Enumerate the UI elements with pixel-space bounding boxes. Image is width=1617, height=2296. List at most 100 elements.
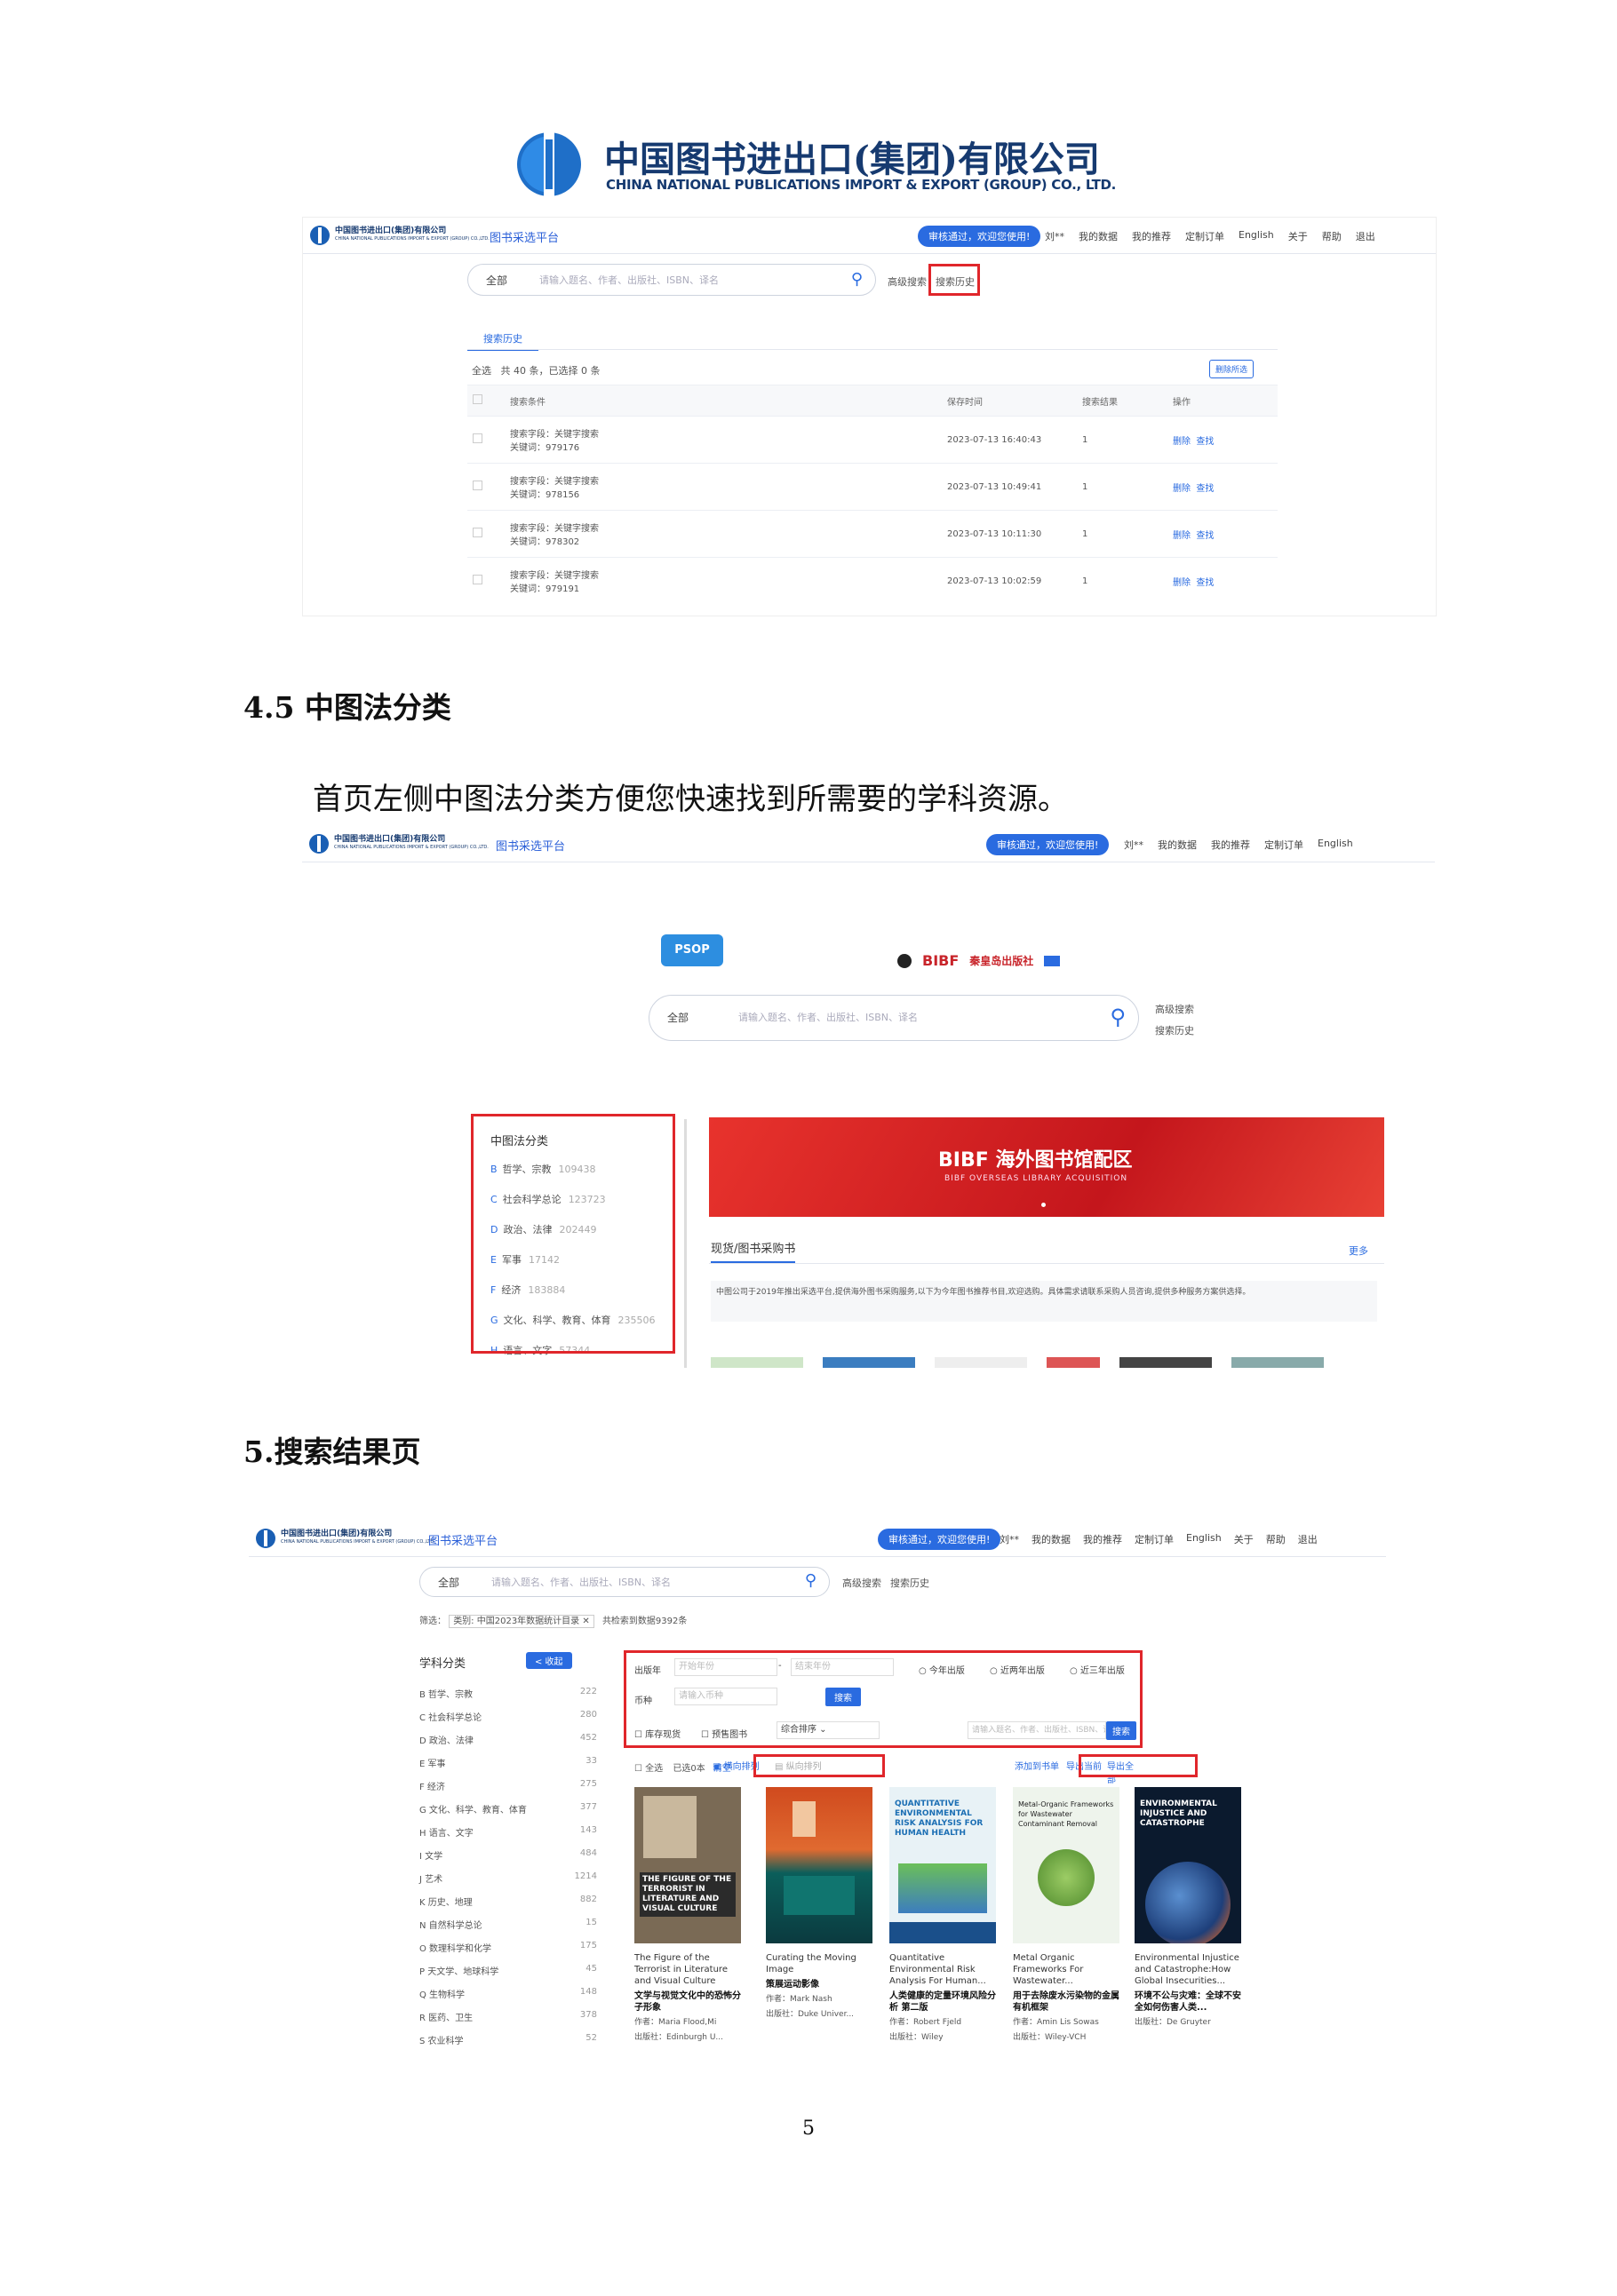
- add-to-list-link[interactable]: 添加到书单: [1015, 1759, 1059, 1772]
- book-card[interactable]: Metal-Organic Frameworks for Wastewater …: [1013, 1787, 1119, 2044]
- search-history-link[interactable]: 搜索历史: [890, 1576, 929, 1590]
- subject-item[interactable]: D 政治、法律 452: [419, 1733, 597, 1756]
- row-keyword: 关键词：979176: [510, 443, 580, 453]
- nav-custom-order[interactable]: 定制订单: [1135, 1532, 1174, 1546]
- subject-item[interactable]: O 数理科学和化学 175: [419, 1941, 597, 1964]
- nav-user[interactable]: 刘**: [1124, 838, 1143, 852]
- nav-about[interactable]: 关于: [1288, 229, 1308, 243]
- subject-item[interactable]: H 语言、文字 143: [419, 1825, 597, 1848]
- row-keyword: 关键词：978156: [510, 490, 580, 500]
- row-checkbox[interactable]: [473, 481, 482, 490]
- subject-item[interactable]: G 文化、科学、教育、体育 377: [419, 1802, 597, 1825]
- row-find-link[interactable]: 查找: [1196, 484, 1214, 494]
- book-title[interactable]: Curating the Moving Image: [766, 1952, 872, 1975]
- row-delete-link[interactable]: 删除: [1173, 484, 1191, 494]
- search-icon[interactable]: ⚲: [805, 1571, 816, 1590]
- nav-custom-order[interactable]: 定制订单: [1185, 229, 1224, 243]
- book-title[interactable]: The Figure of the Terrorist in Literatur…: [634, 1952, 741, 1987]
- search-box[interactable]: 全部 请输入题名、作者、出版社、ISBN、译名 ⚲: [419, 1567, 830, 1597]
- subject-item[interactable]: P 天文学、地球科学 45: [419, 1964, 597, 1987]
- nav-custom-order[interactable]: 定制订单: [1264, 838, 1303, 852]
- row-condition: 搜索字段：关键字搜索: [510, 571, 599, 581]
- nav-my-recommend[interactable]: 我的推荐: [1132, 229, 1171, 243]
- book-card[interactable]: THE FIGURE OF THE TERRORIST IN LITERATUR…: [634, 1787, 741, 2044]
- nav-my-data[interactable]: 我的数据: [1158, 838, 1197, 852]
- subject-item[interactable]: S 农业科学 52: [419, 2033, 597, 2056]
- search-icon[interactable]: ⚲: [1110, 1005, 1126, 1029]
- book-cover[interactable]: QUANTITATIVE ENVIRONMENTAL RISK ANALYSIS…: [889, 1787, 996, 1943]
- more-link[interactable]: 更多: [1349, 1243, 1368, 1258]
- book-cover[interactable]: THE FIGURE OF THE TERRORIST IN LITERATUR…: [634, 1787, 741, 1943]
- subject-item[interactable]: R 医药、卫生 378: [419, 2010, 597, 2033]
- nav-english[interactable]: English: [1318, 838, 1353, 852]
- nav-my-recommend[interactable]: 我的推荐: [1083, 1532, 1122, 1546]
- nav-logout[interactable]: 退出: [1298, 1532, 1318, 1546]
- search-icon[interactable]: ⚲: [851, 270, 863, 289]
- subject-item[interactable]: E 军事 33: [419, 1756, 597, 1779]
- subject-item[interactable]: F 经济 275: [419, 1779, 597, 1802]
- subject-item[interactable]: B 哲学、宗教 222: [419, 1687, 597, 1710]
- subject-item[interactable]: N 自然科学总论 15: [419, 1918, 597, 1941]
- nav-english[interactable]: English: [1186, 1532, 1222, 1546]
- nav-user[interactable]: 刘**: [1045, 229, 1064, 243]
- book-cover[interactable]: [766, 1787, 872, 1943]
- row-delete-link[interactable]: 删除: [1173, 531, 1191, 541]
- delete-selected-button[interactable]: 删除所选: [1209, 360, 1255, 378]
- row-delete-link[interactable]: 删除: [1173, 437, 1191, 447]
- subject-item[interactable]: J 艺术 1214: [419, 1871, 597, 1895]
- subject-item[interactable]: I 文学 484: [419, 1848, 597, 1871]
- adv-search-link[interactable]: 高级搜索: [1155, 1002, 1194, 1016]
- adv-search-link[interactable]: 高级搜索: [888, 274, 927, 289]
- search-box[interactable]: 全部 请输入题名、作者、出版社、ISBN、译名 ⚲: [467, 264, 876, 296]
- cover-image-detail: [784, 1876, 855, 1915]
- book-title[interactable]: Environmental Injustice and Catastrophe:…: [1135, 1952, 1241, 1987]
- banner[interactable]: BIBF 海外图书馆配区 BIBF OVERSEAS LIBRARY ACQUI…: [709, 1117, 1384, 1217]
- header-checkbox[interactable]: [473, 394, 482, 404]
- nav-english[interactable]: English: [1239, 229, 1274, 243]
- search-history-link[interactable]: 搜索历史: [1155, 1023, 1194, 1037]
- subject-item[interactable]: K 历史、地理 882: [419, 1895, 597, 1918]
- table-row: 搜索字段：关键字搜索 关键词：978156 2023-07-13 10:49:41…: [467, 463, 1278, 511]
- search-box[interactable]: 全部 请输入题名、作者、出版社、ISBN、译名 ⚲: [649, 995, 1139, 1041]
- select-all[interactable]: 全选: [472, 365, 491, 377]
- book-cover[interactable]: Metal-Organic Frameworks for Wastewater …: [1013, 1787, 1119, 1943]
- row-find-link[interactable]: 查找: [1196, 578, 1214, 588]
- subject-item[interactable]: C 社会科学总论 280: [419, 1710, 597, 1733]
- select-all-checkbox[interactable]: ☐ 全选: [634, 1764, 663, 1774]
- book-card[interactable]: QUANTITATIVE ENVIRONMENTAL RISK ANALYSIS…: [889, 1787, 996, 2044]
- row-checkbox[interactable]: [473, 528, 482, 537]
- book-title[interactable]: Metal Organic Frameworks For Wastewater.…: [1013, 1952, 1119, 1987]
- collapse-button[interactable]: < 收起: [526, 1652, 572, 1669]
- banner-dot-icon[interactable]: [1041, 1203, 1046, 1207]
- filter-tag[interactable]: 类别: 中国2023年数据统计目录 ✕: [449, 1615, 594, 1628]
- subject-item[interactable]: Q 生物科学 148: [419, 1987, 597, 2010]
- row-find-link[interactable]: 查找: [1196, 437, 1214, 447]
- nav-about[interactable]: 关于: [1234, 1532, 1254, 1546]
- tab-search-history[interactable]: 搜索历史: [467, 322, 538, 351]
- search-scope[interactable]: 全部: [486, 273, 507, 288]
- nav-help[interactable]: 帮助: [1266, 1532, 1286, 1546]
- nav-help[interactable]: 帮助: [1322, 229, 1342, 243]
- nav-my-data[interactable]: 我的数据: [1079, 229, 1118, 243]
- grid-view-toggle[interactable]: ▣ 横向排列: [713, 1759, 760, 1772]
- platform-title[interactable]: 图书采选平台: [428, 1531, 498, 1548]
- book-cover[interactable]: ENVIRONMENTAL INJUSTICE AND CATASTROPHE: [1135, 1787, 1241, 1943]
- row-delete-link[interactable]: 删除: [1173, 578, 1191, 588]
- row-find-link[interactable]: 查找: [1196, 531, 1214, 541]
- book-card[interactable]: Curating the Moving Image 策展运动影像 作者：Mark…: [766, 1787, 872, 2021]
- row-checkbox[interactable]: [473, 575, 482, 584]
- book-title[interactable]: Quantitative Environmental Risk Analysis…: [889, 1952, 996, 1987]
- table-header: 搜索条件 保存时间 搜索结果 操作: [467, 385, 1278, 417]
- platform-title[interactable]: 图书采选平台: [490, 228, 559, 245]
- search-scope[interactable]: 全部: [667, 1010, 689, 1025]
- nav-my-data[interactable]: 我的数据: [1032, 1532, 1071, 1546]
- mini-logo-cn: 中国图书进出口(集团)有限公司: [334, 835, 446, 844]
- row-checkbox[interactable]: [473, 433, 482, 443]
- nav-logout[interactable]: 退出: [1356, 229, 1375, 243]
- nav-user[interactable]: 刘**: [1000, 1532, 1019, 1546]
- search-scope[interactable]: 全部: [438, 1575, 459, 1590]
- book-card[interactable]: ENVIRONMENTAL INJUSTICE AND CATASTROPHE …: [1135, 1787, 1241, 2029]
- platform-title[interactable]: 图书采选平台: [496, 837, 565, 854]
- nav-my-recommend[interactable]: 我的推荐: [1211, 838, 1250, 852]
- adv-search-link[interactable]: 高级搜索: [842, 1576, 881, 1590]
